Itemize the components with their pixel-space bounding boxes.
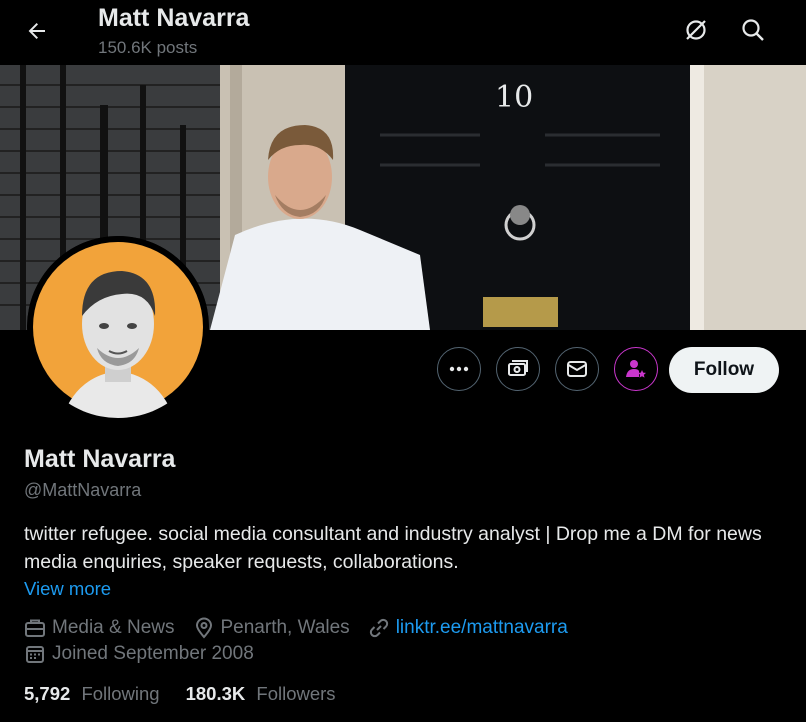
link-icon (369, 618, 388, 638)
location-icon (195, 617, 212, 639)
back-button[interactable] (22, 16, 52, 46)
more-icon (449, 366, 469, 372)
followers-stat[interactable]: 180.3K Followers (186, 683, 336, 705)
profile-handle: @MattNavarra (24, 480, 142, 500)
profile-header: Matt Navarra 150.6K posts (0, 0, 806, 65)
door-number: 10 (495, 80, 533, 115)
avatar[interactable] (27, 236, 209, 418)
calendar-icon (26, 646, 44, 663)
joined-item: Joined September 2008 (24, 643, 254, 665)
joined-row: Joined September 2008 (24, 643, 272, 665)
message-button[interactable] (555, 347, 599, 391)
avatar-image (27, 236, 209, 418)
grok-icon (686, 20, 706, 40)
arrow-left-icon (28, 23, 45, 39)
profile-name: Matt Navarra (24, 445, 176, 473)
following-stat[interactable]: 5,792 Following (24, 683, 160, 705)
header-title: Matt Navarra (98, 4, 250, 32)
view-more-link[interactable]: View more (24, 578, 111, 600)
joined-label: Joined September 2008 (52, 643, 254, 664)
subscribe-button[interactable] (496, 347, 540, 391)
briefcase-icon (25, 619, 45, 637)
website-item[interactable]: linktr.ee/mattnavarra (368, 617, 568, 639)
follow-stats: 5,792 Following 180.3K Followers (24, 683, 362, 705)
following-count: 5,792 (24, 683, 71, 704)
money-icon (508, 360, 528, 376)
grok-button[interactable] (680, 14, 712, 46)
category-item: Media & News (24, 617, 175, 639)
person-star-icon (626, 360, 646, 378)
website-link[interactable]: linktr.ee/mattnavarra (396, 617, 568, 639)
more-button[interactable] (437, 347, 481, 391)
followers-label: Followers (256, 683, 336, 704)
location-label: Penarth, Wales (220, 617, 350, 638)
profile-meta-row: Media & News Penarth, Wales linktr.ee/ma… (24, 617, 586, 639)
category-label: Media & News (52, 617, 175, 638)
notify-button[interactable] (614, 347, 658, 391)
posts-count: 150.6K posts (98, 38, 198, 57)
search-icon (742, 19, 764, 41)
profile-bio: twitter refugee. social media consultant… (24, 523, 762, 573)
following-label: Following (81, 683, 160, 704)
location-item: Penarth, Wales (193, 617, 350, 639)
follow-button[interactable]: Follow (669, 347, 779, 393)
search-button[interactable] (737, 14, 769, 46)
followers-count: 180.3K (185, 683, 246, 704)
mail-icon (567, 361, 587, 377)
